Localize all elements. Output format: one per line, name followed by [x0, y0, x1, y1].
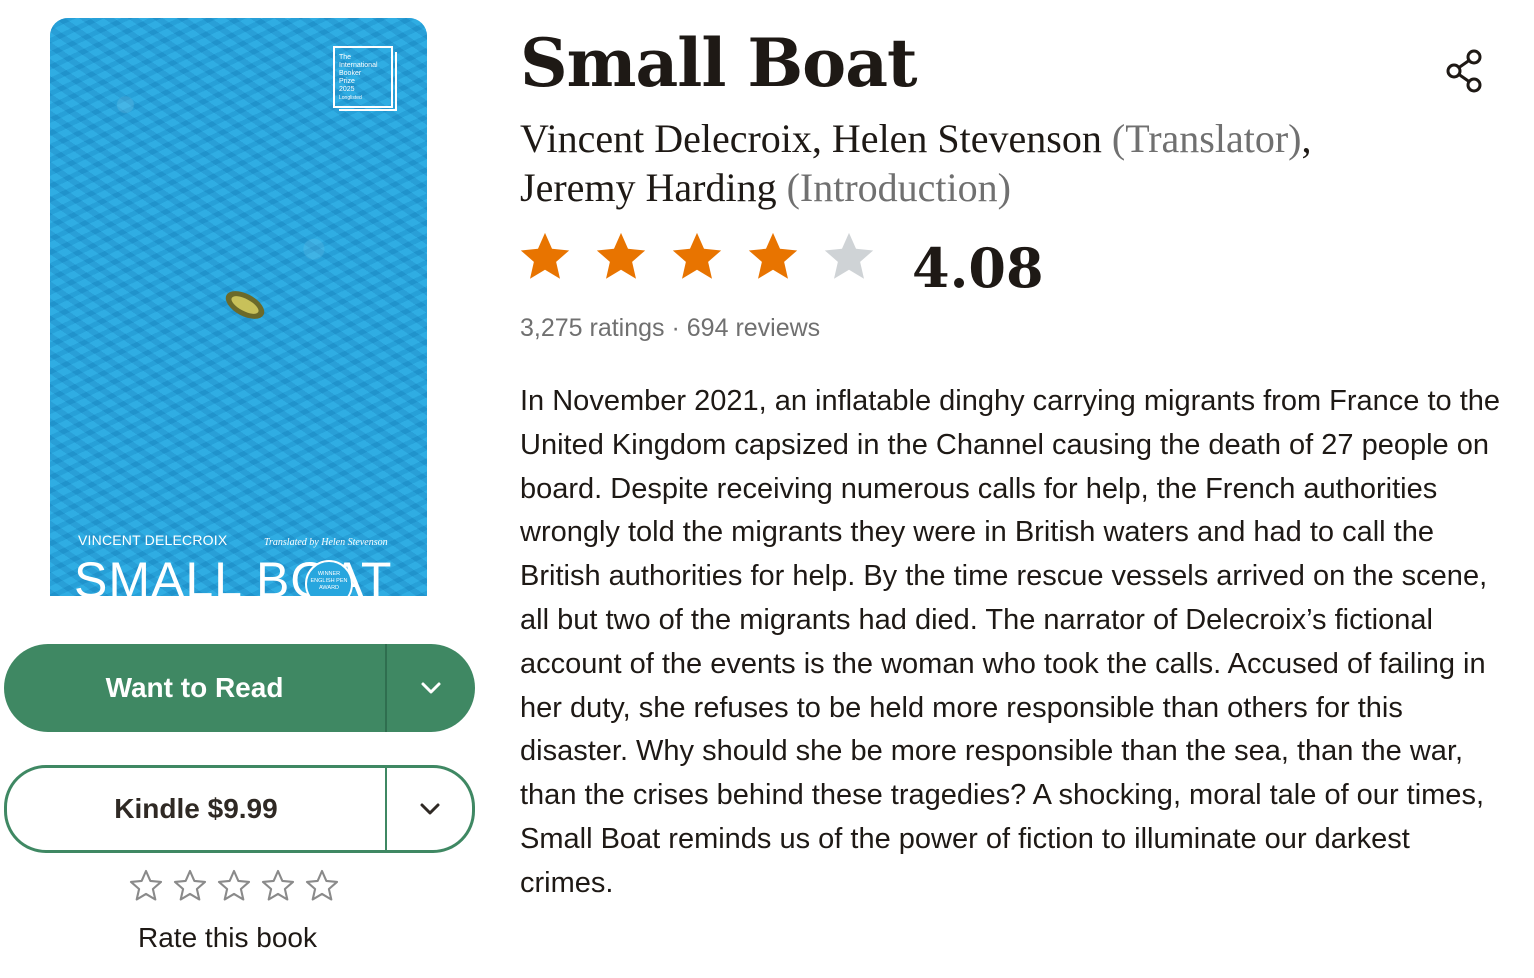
prize-line: International [339, 62, 378, 69]
book-cover[interactable]: The International Booker Prize 2025 Long… [50, 18, 427, 596]
star-icon [520, 232, 570, 279]
booker-prize-badge: The International Booker Prize 2025 Long… [333, 46, 397, 112]
star-icon [596, 232, 646, 279]
share-icon [1446, 49, 1482, 93]
kindle-button-group: Kindle $9.99 [4, 765, 475, 853]
star-outline-icon[interactable] [128, 868, 164, 904]
rating-counts: 3,275 ratings · 694 reviews [520, 314, 820, 343]
separator-dot: · [671, 314, 687, 342]
prize-line: The [339, 54, 352, 61]
average-rating-stars [516, 228, 878, 286]
book-description: In November 2021, an inflatable dinghy c… [520, 385, 1501, 899]
star-outline-icon[interactable] [304, 868, 340, 904]
average-rating-value: 4.08 [912, 236, 1044, 300]
want-to-read-button-group: Want to Read [4, 644, 475, 732]
rate-stars [128, 868, 340, 904]
contributor-link[interactable]: Helen Stevenson [832, 116, 1102, 161]
separator: , [811, 116, 832, 161]
cover-author: VINCENT DELECROIX [78, 532, 228, 548]
star-icon [748, 232, 798, 279]
star-icon [824, 232, 874, 279]
star-outline-icon[interactable] [260, 868, 296, 904]
dinghy-illustration [225, 291, 265, 319]
prize-line: 2025 [339, 86, 355, 93]
contributor-link[interactable]: Vincent Delecroix [520, 116, 812, 161]
award-line: WINNER [317, 571, 341, 577]
star-icon [672, 232, 722, 279]
want-to-read-button[interactable]: Want to Read [4, 644, 385, 732]
cover-translator: Translated by Helen Stevenson [264, 537, 388, 548]
book-title: Small Boat [520, 24, 917, 102]
prize-line: Longlisted [339, 95, 362, 101]
reviews-count-link[interactable]: 694 reviews [687, 314, 820, 342]
chevron-down-icon [420, 803, 439, 815]
contributor-link[interactable]: Jeremy Harding [520, 165, 777, 210]
buy-options-dropdown-button[interactable] [387, 768, 472, 850]
contributors: Vincent Delecroix, Helen Stevenson (Tran… [520, 114, 1480, 212]
star-outline-icon[interactable] [216, 868, 252, 904]
star-outline-icon[interactable] [172, 868, 208, 904]
rate-this-book-label: Rate this book [138, 922, 317, 953]
award-line: AWARD [318, 585, 340, 591]
prize-line: Prize [339, 78, 355, 85]
award-line: ENGLISH PEN [310, 578, 348, 584]
prize-line: Booker [339, 70, 362, 77]
shelf-dropdown-button[interactable] [387, 644, 475, 732]
share-button[interactable] [1444, 48, 1486, 99]
kindle-buy-button[interactable]: Kindle $9.99 [7, 768, 385, 850]
contributor-role: (Introduction) [786, 165, 1011, 210]
contributor-role: (Translator) [1111, 116, 1302, 161]
chevron-down-icon [421, 682, 441, 694]
ratings-count-link[interactable]: 3,275 ratings [520, 314, 665, 342]
separator: , [1301, 116, 1312, 161]
